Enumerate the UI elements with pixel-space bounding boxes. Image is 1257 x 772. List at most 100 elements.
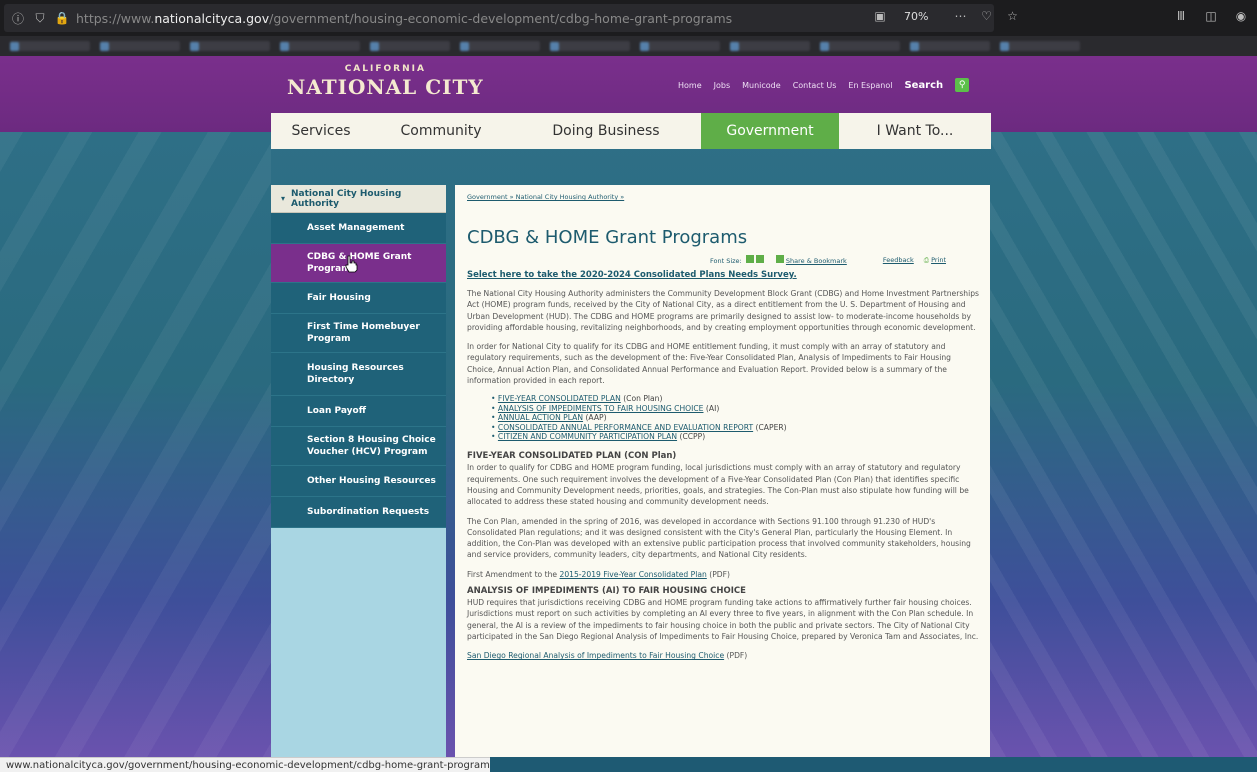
list-item: CONSOLIDATED ANNUAL PERFORMANCE AND EVAL… xyxy=(491,423,980,432)
sidebar-icon[interactable]: ◫ xyxy=(1203,8,1219,24)
url-text[interactable]: https://www.nationalcityca.gov/governmen… xyxy=(76,11,732,26)
font-decrease-icon[interactable] xyxy=(755,255,764,263)
survey-link[interactable]: Select here to take the 2020-2024 Consol… xyxy=(467,270,980,280)
bookmark-item[interactable] xyxy=(280,41,360,51)
background-right xyxy=(990,132,1257,757)
print-link[interactable]: ⎙ Print xyxy=(924,256,946,265)
regional-ai-link[interactable]: San Diego Regional Analysis of Impedimen… xyxy=(467,651,724,660)
breadcrumb[interactable]: Government » National City Housing Autho… xyxy=(467,193,980,201)
con-plan-paragraph-2: The Con Plan, amended in the spring of 2… xyxy=(467,516,971,560)
bookmark-item[interactable] xyxy=(1000,41,1080,51)
page-tools: Font Size: Share & Bookmark Feedback ⎙ P… xyxy=(710,255,946,265)
plan-abbr: (CCPP) xyxy=(679,432,706,441)
feedback-link[interactable]: Feedback xyxy=(883,256,914,264)
sidebar-item-housing-resources[interactable]: Housing Resources Directory xyxy=(271,353,446,396)
plan-list: FIVE-YEAR CONSOLIDATED PLAN (Con Plan) A… xyxy=(491,394,980,441)
search-icon[interactable]: ⚲ xyxy=(955,78,970,92)
plan-abbr: (Con Plan) xyxy=(623,394,663,404)
sidebar-item-fair-housing[interactable]: Fair Housing xyxy=(271,283,446,314)
con-plan-pdf-link[interactable]: 2015-2019 Five-Year Consolidated Plan xyxy=(559,570,706,579)
bookmark-item[interactable] xyxy=(190,41,270,51)
plan-link-ai[interactable]: ANALYSIS OF IMPEDIMENTS TO FAIR HOUSING … xyxy=(498,404,704,413)
hand-cursor-icon xyxy=(345,255,358,273)
plan-abbr: (CAPER) xyxy=(755,422,787,432)
background-left xyxy=(0,132,271,757)
regional-ai-suffix: (PDF) xyxy=(724,651,748,661)
status-bar: www.nationalcityca.gov/government/housin… xyxy=(0,757,490,772)
main-nav: Services Community Doing Business Govern… xyxy=(271,113,991,149)
sidebar-item-other-housing[interactable]: Other Housing Resources xyxy=(271,466,446,497)
share-bookmark[interactable]: Share & Bookmark xyxy=(774,255,847,265)
page-title: CDBG & HOME Grant Programs xyxy=(467,227,748,248)
intro-paragraph-1: The National City Housing Authority admi… xyxy=(467,289,979,332)
regional-ai-line: San Diego Regional Analysis of Impedimen… xyxy=(467,650,980,661)
list-item: FIVE-YEAR CONSOLIDATED PLAN (Con Plan) xyxy=(491,394,980,403)
list-item: ANNUAL ACTION PLAN (AAP) xyxy=(491,413,980,422)
sidebar-heading-label: National City Housing Authority xyxy=(291,188,402,209)
nav-government[interactable]: Government xyxy=(701,113,839,149)
info-icon[interactable]: ⓘ xyxy=(10,10,26,26)
chevron-down-icon: ▾ xyxy=(281,194,286,203)
sidebar-item-cdbg-home[interactable]: CDBG & HOME Grant Programs xyxy=(271,244,446,283)
plan-abbr: (AAP) xyxy=(585,413,607,423)
bookmark-item[interactable] xyxy=(640,41,720,51)
link-municode[interactable]: Municode xyxy=(742,81,781,90)
share-label: Share & Bookmark xyxy=(785,257,847,265)
bookmarks-bar xyxy=(0,36,1257,56)
link-home[interactable]: Home xyxy=(678,81,702,90)
link-contact-us[interactable]: Contact Us xyxy=(793,81,837,90)
browser-toolbar: ⓘ ⛉ 🔒 https://www.nationalcityca.gov/gov… xyxy=(0,0,1257,36)
bookmark-item[interactable] xyxy=(910,41,990,51)
bookmark-item[interactable] xyxy=(10,41,90,51)
bookmark-item[interactable] xyxy=(370,41,450,51)
nav-community[interactable]: Community xyxy=(371,113,511,149)
account-icon[interactable]: ◉ xyxy=(1233,8,1249,24)
font-size-control: Font Size: xyxy=(710,255,764,265)
lock-icon[interactable]: 🔒 xyxy=(54,10,70,26)
nav-services[interactable]: Services xyxy=(271,113,371,149)
plan-link-con-plan[interactable]: FIVE-YEAR CONSOLIDATED PLAN xyxy=(498,394,621,403)
share-icon xyxy=(775,255,784,263)
sidebar: ▾ National City Housing Authority Asset … xyxy=(271,185,446,757)
library-icon[interactable]: Ⅲ xyxy=(1173,8,1189,24)
sidebar-item-asset-management[interactable]: Asset Management xyxy=(271,213,446,244)
sidebar-item-subordination[interactable]: Subordination Requests xyxy=(271,497,446,528)
nav-doing-business[interactable]: Doing Business xyxy=(511,113,701,149)
plan-link-ccpp[interactable]: CITIZEN AND COMMUNITY PARTICIPATION PLAN xyxy=(498,432,677,441)
bookmark-item[interactable] xyxy=(730,41,810,51)
print-label: Print xyxy=(931,255,947,264)
font-increase-icon[interactable] xyxy=(745,255,754,263)
search-label[interactable]: Search xyxy=(904,80,943,91)
more-actions-icon[interactable]: ⋯ xyxy=(952,8,968,24)
section-title-ai: ANALYSIS OF IMPEDIMENTS (AI) TO FAIR HOU… xyxy=(467,586,746,597)
sidebar-heading[interactable]: ▾ National City Housing Authority xyxy=(271,185,446,213)
pocket-icon[interactable]: ♡ xyxy=(978,8,994,24)
site-logo[interactable]: CALIFORNIA NATIONAL CITY xyxy=(287,64,484,99)
url-bar[interactable]: ⓘ ⛉ 🔒 https://www.nationalcityca.gov/gov… xyxy=(4,4,994,32)
utility-links: Home Jobs Municode Contact Us En Espanol… xyxy=(678,78,970,92)
link-jobs[interactable]: Jobs xyxy=(714,81,731,90)
bookmark-star-icon[interactable]: ☆ xyxy=(1004,8,1020,24)
zoom-level[interactable]: 70% xyxy=(904,10,928,23)
amendment-line: First Amendment to the 2015-2019 Five-Ye… xyxy=(467,569,980,580)
ai-paragraph-1: HUD requires that jurisdictions receivin… xyxy=(467,598,979,641)
sidebar-item-section-8[interactable]: Section 8 Housing Choice Voucher (HCV) P… xyxy=(271,427,446,466)
plan-link-caper[interactable]: CONSOLIDATED ANNUAL PERFORMANCE AND EVAL… xyxy=(498,423,753,432)
list-item: CITIZEN AND COMMUNITY PARTICIPATION PLAN… xyxy=(491,432,980,441)
logo-city: NATIONAL CITY xyxy=(287,75,484,99)
reader-view-icon[interactable]: ▣ xyxy=(872,8,888,24)
list-item: ANALYSIS OF IMPEDIMENTS TO FAIR HOUSING … xyxy=(491,404,980,413)
section-title-con-plan: FIVE-YEAR CONSOLIDATED PLAN (CON Plan) xyxy=(467,451,677,462)
nav-i-want-to[interactable]: I Want To... xyxy=(839,113,991,149)
bookmark-item[interactable] xyxy=(550,41,630,51)
intro-paragraph-2: In order for National City to qualify fo… xyxy=(467,342,952,386)
sidebar-item-loan-payoff[interactable]: Loan Payoff xyxy=(271,396,446,427)
link-en-espanol[interactable]: En Espanol xyxy=(848,81,892,90)
bookmark-item[interactable] xyxy=(100,41,180,51)
bookmark-item[interactable] xyxy=(820,41,900,51)
bookmark-item[interactable] xyxy=(460,41,540,51)
plan-link-aap[interactable]: ANNUAL ACTION PLAN xyxy=(498,413,583,422)
main-content: Government » National City Housing Autho… xyxy=(455,185,990,757)
shield-icon[interactable]: ⛉ xyxy=(32,10,48,26)
sidebar-item-first-time-homebuyer[interactable]: First Time Homebuyer Program xyxy=(271,314,446,353)
